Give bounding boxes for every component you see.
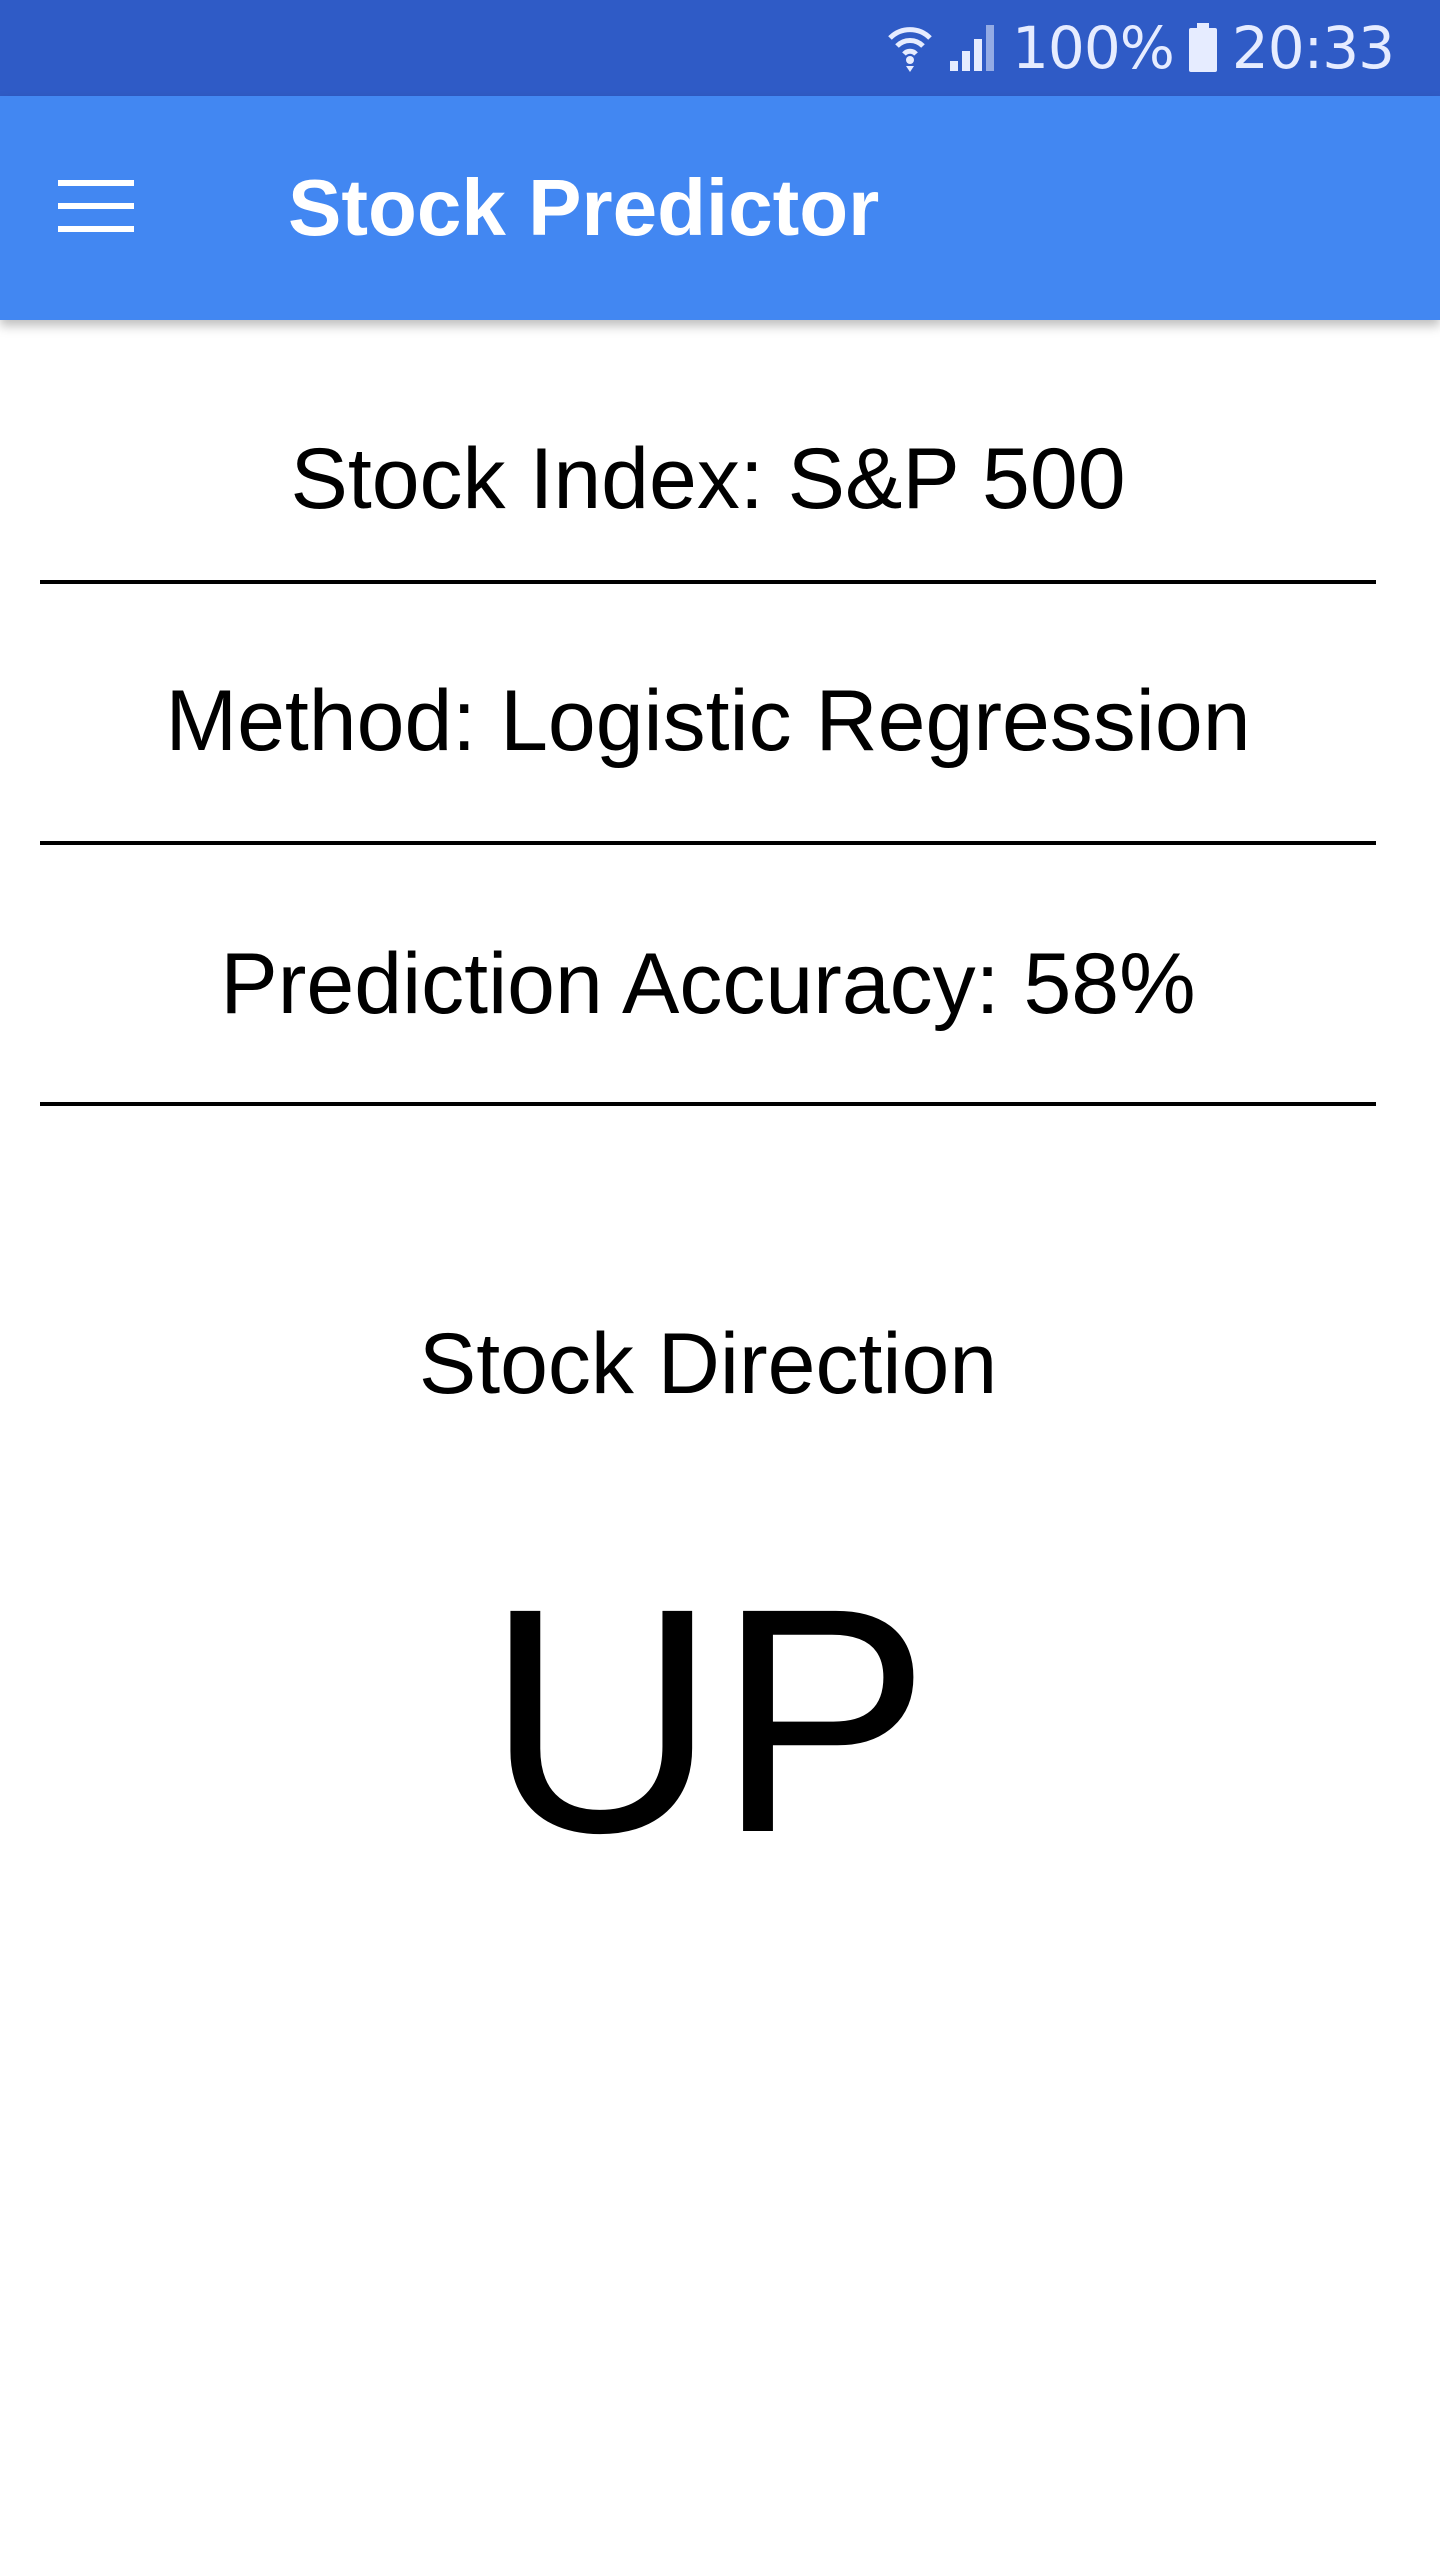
accuracy-text: Prediction Accuracy: 58%	[220, 936, 1196, 1032]
divider	[40, 841, 1376, 845]
stock-index-text: Stock Index: S&P 500	[290, 431, 1126, 527]
menu-button[interactable]	[36, 148, 156, 268]
direction-value: UP	[485, 1541, 931, 1899]
battery-percent: 100%	[1012, 14, 1175, 82]
divider	[40, 1102, 1376, 1106]
method-text: Method: Logistic Regression	[165, 673, 1251, 769]
direction-label: Stock Direction	[418, 1316, 998, 1412]
menu-icon	[58, 179, 134, 237]
divider	[40, 580, 1376, 584]
app-title: Stock Predictor	[288, 163, 880, 252]
clock: 20:33	[1231, 14, 1395, 82]
status-icons: 100% 20:33	[886, 0, 1395, 96]
status-bar: 100% 20:33	[0, 0, 1440, 96]
app-bar: Stock Predictor	[0, 96, 1440, 320]
battery-icon	[1188, 23, 1218, 73]
wifi-icon	[886, 22, 934, 74]
signal-icon	[948, 23, 998, 73]
